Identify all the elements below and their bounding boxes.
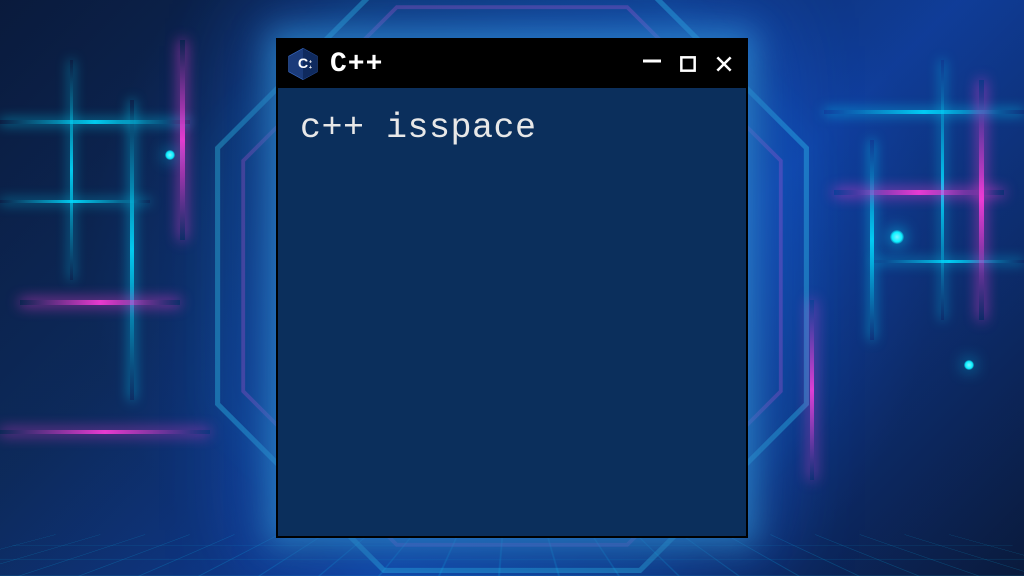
terminal-window: C + + C++ c++ isspace [276,38,748,538]
terminal-text: c++ isspace [300,108,724,148]
cpp-logo-icon: C + + [286,47,320,81]
titlebar[interactable]: C + + C++ [278,40,746,88]
minimize-button[interactable] [640,52,664,76]
close-button[interactable] [712,52,736,76]
svg-text:+: + [309,59,312,65]
svg-text:+: + [309,65,312,71]
maximize-button[interactable] [676,52,700,76]
window-controls [640,52,736,76]
terminal-content[interactable]: c++ isspace [278,88,746,536]
svg-text:C: C [298,56,308,72]
window-title: C++ [330,49,630,80]
